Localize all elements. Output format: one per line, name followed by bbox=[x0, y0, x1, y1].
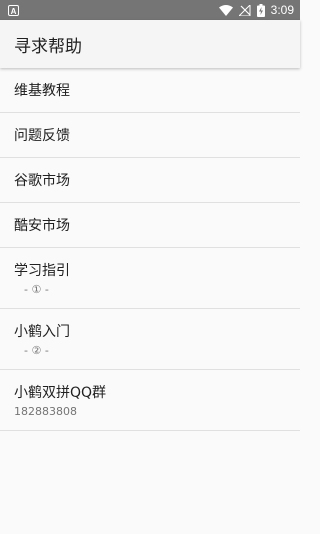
list-item-google-play[interactable]: 谷歌市场 bbox=[0, 158, 300, 203]
help-list: 维基教程 问题反馈 谷歌市场 酷安市场 学习指引 - ① - 小鹤入门 - ② … bbox=[0, 68, 300, 431]
list-item-getting-started[interactable]: 小鹤入门 - ② - bbox=[0, 309, 300, 370]
signal-off-icon bbox=[238, 4, 251, 16]
list-item-title: 小鹤双拼QQ群 bbox=[14, 385, 107, 401]
list-item-subtitle: - ① - bbox=[24, 283, 49, 296]
list-item-wiki-tutorial[interactable]: 维基教程 bbox=[0, 68, 300, 113]
list-item-title: 酷安市场 bbox=[14, 218, 70, 234]
page-title: 寻求帮助 bbox=[14, 36, 82, 57]
list-item-title: 小鹤入门 bbox=[14, 324, 70, 340]
list-item-title: 问题反馈 bbox=[14, 128, 70, 144]
list-item-learning-guide[interactable]: 学习指引 - ① - bbox=[0, 248, 300, 309]
wifi-icon bbox=[218, 4, 233, 16]
app-bar: 寻求帮助 bbox=[0, 20, 300, 68]
list-item-title: 维基教程 bbox=[14, 83, 70, 99]
list-item-subtitle: 182883808 bbox=[14, 405, 77, 418]
list-item-title: 学习指引 bbox=[14, 263, 70, 279]
battery-charging-icon bbox=[256, 3, 265, 17]
clock: 3:09 bbox=[270, 3, 294, 17]
status-bar: A 3:09 bbox=[0, 0, 300, 20]
list-item-qq-group[interactable]: 小鹤双拼QQ群 182883808 bbox=[0, 370, 300, 431]
list-item-subtitle: - ② - bbox=[24, 344, 49, 357]
list-item-feedback[interactable]: 问题反馈 bbox=[0, 113, 300, 158]
notification-icon: A bbox=[8, 4, 19, 16]
list-item-title: 谷歌市场 bbox=[14, 173, 70, 189]
list-item-coolapk[interactable]: 酷安市场 bbox=[0, 203, 300, 248]
